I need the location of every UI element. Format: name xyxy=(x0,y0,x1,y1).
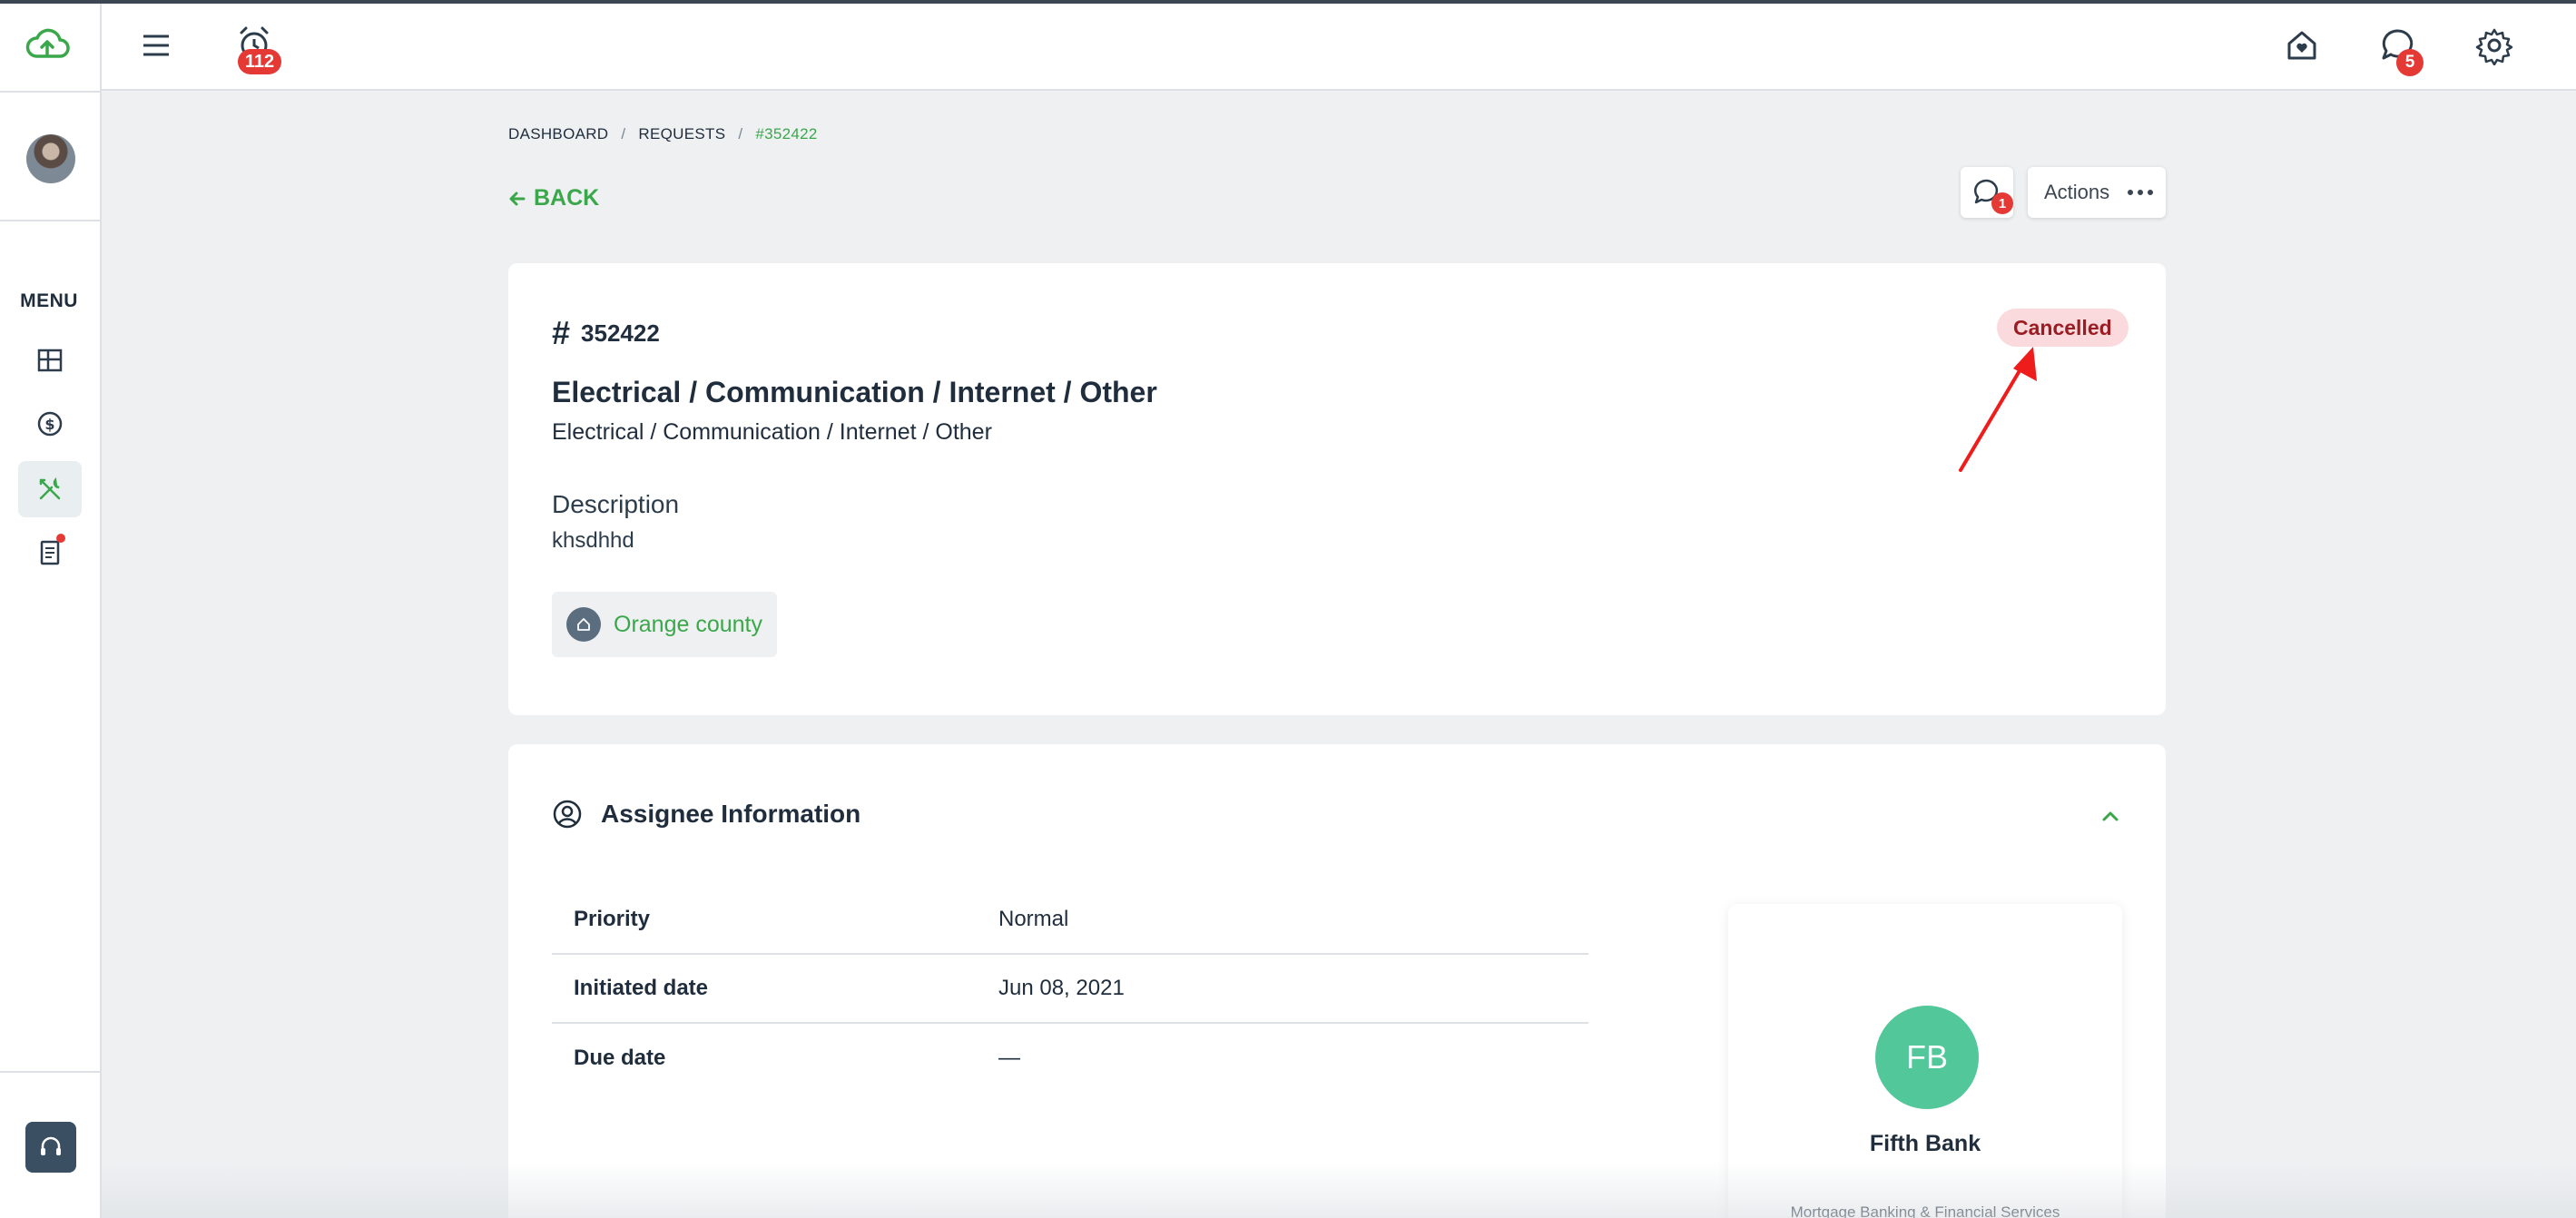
row-value: Jun 08, 2021 xyxy=(998,976,1125,1000)
breadcrumb-current: #352422 xyxy=(755,125,818,142)
divider xyxy=(0,91,102,93)
actions-button[interactable]: Actions xyxy=(2028,167,2166,218)
hamburger-menu-icon[interactable] xyxy=(140,29,172,62)
table-row: Priority Normal xyxy=(552,886,1588,955)
request-chat-button[interactable]: 1 xyxy=(1961,167,2013,218)
request-id: # 352422 xyxy=(552,314,660,352)
chat-count-badge: 5 xyxy=(2396,49,2424,76)
request-title: Electrical / Communication / Internet / … xyxy=(552,376,1157,408)
row-value: — xyxy=(998,1046,1020,1070)
table-row: Initiated date Jun 08, 2021 xyxy=(552,955,1588,1024)
assignee-avatar: FB xyxy=(1875,1006,1979,1109)
breadcrumb-requests[interactable]: REQUESTS xyxy=(638,125,725,143)
support-button[interactable] xyxy=(25,1122,76,1173)
sidebar-item-maintenance[interactable] xyxy=(18,461,82,517)
table-row: Due date — xyxy=(552,1024,1588,1093)
breadcrumb: DASHBOARD / REQUESTS / #352422 xyxy=(508,125,818,143)
request-details-card: # 352422 Cancelled Electrical / Communic… xyxy=(508,263,2166,715)
row-label: Due date xyxy=(574,1046,666,1070)
sidebar-item-payments[interactable]: $ xyxy=(18,396,82,452)
request-id-value: 352422 xyxy=(581,319,660,347)
back-label: BACK xyxy=(534,185,600,211)
row-value: Normal xyxy=(998,907,1069,931)
menu-label: MENU xyxy=(20,290,78,311)
row-label: Priority xyxy=(574,907,651,931)
house-icon xyxy=(566,607,601,642)
assignee-category: Mortgage Banking & Financial Services xyxy=(1790,1203,2060,1218)
settings-gear-icon[interactable] xyxy=(2474,25,2514,65)
sidebar: MENU $ xyxy=(0,4,102,1218)
sidebar-item-dashboard[interactable] xyxy=(18,332,82,388)
assignee-section-title: Assignee Information xyxy=(601,800,861,828)
request-category: Electrical / Communication / Internet / … xyxy=(552,419,992,445)
dashboard-grid-icon xyxy=(37,349,63,372)
property-name: Orange county xyxy=(614,611,762,637)
assignee-information-card: Assignee Information Priority Normal Ini… xyxy=(508,744,2166,1218)
description-text: khsdhhd xyxy=(552,528,634,553)
breadcrumb-separator: / xyxy=(621,125,626,142)
notification-dot xyxy=(56,534,65,543)
top-bar: 112 5 xyxy=(102,4,2576,91)
headset-icon xyxy=(41,1136,61,1155)
description-label: Description xyxy=(552,490,680,518)
assignee-name: Fifth Bank xyxy=(1869,1131,1981,1156)
assignee-info-table: Priority Normal Initiated date Jun 08, 2… xyxy=(552,886,1588,1093)
cloud-upload-logo-icon[interactable] xyxy=(24,27,71,64)
property-tag[interactable]: Orange county xyxy=(552,592,777,657)
actions-label: Actions xyxy=(2044,181,2110,203)
more-dots-icon xyxy=(2128,190,2154,195)
breadcrumb-dashboard[interactable]: DASHBOARD xyxy=(508,125,608,143)
sidebar-item-documents[interactable] xyxy=(18,525,82,581)
assignee-section-header[interactable]: Assignee Information xyxy=(552,799,860,830)
user-avatar[interactable] xyxy=(26,134,75,183)
svg-text:$: $ xyxy=(44,416,54,433)
dollar-circle-icon: $ xyxy=(37,411,63,437)
assignee-profile-card[interactable]: FB Fifth Bank Mortgage Banking & Financi… xyxy=(1728,904,2122,1218)
user-circle-icon xyxy=(553,800,582,829)
chevron-up-icon[interactable] xyxy=(2099,804,2122,828)
row-label: Initiated date xyxy=(574,976,709,1000)
request-chat-count-badge: 1 xyxy=(1991,192,2013,214)
arrow-left-icon xyxy=(509,192,526,205)
tools-icon xyxy=(39,476,61,500)
breadcrumb-separator: / xyxy=(738,125,743,142)
divider xyxy=(0,220,102,221)
annotation-arrow-icon xyxy=(1959,347,2037,472)
home-heart-icon[interactable] xyxy=(2282,25,2322,65)
hash-icon: # xyxy=(552,314,571,351)
back-button[interactable]: BACK xyxy=(508,185,599,211)
alarm-count-badge: 112 xyxy=(238,49,281,74)
divider xyxy=(0,1071,102,1073)
